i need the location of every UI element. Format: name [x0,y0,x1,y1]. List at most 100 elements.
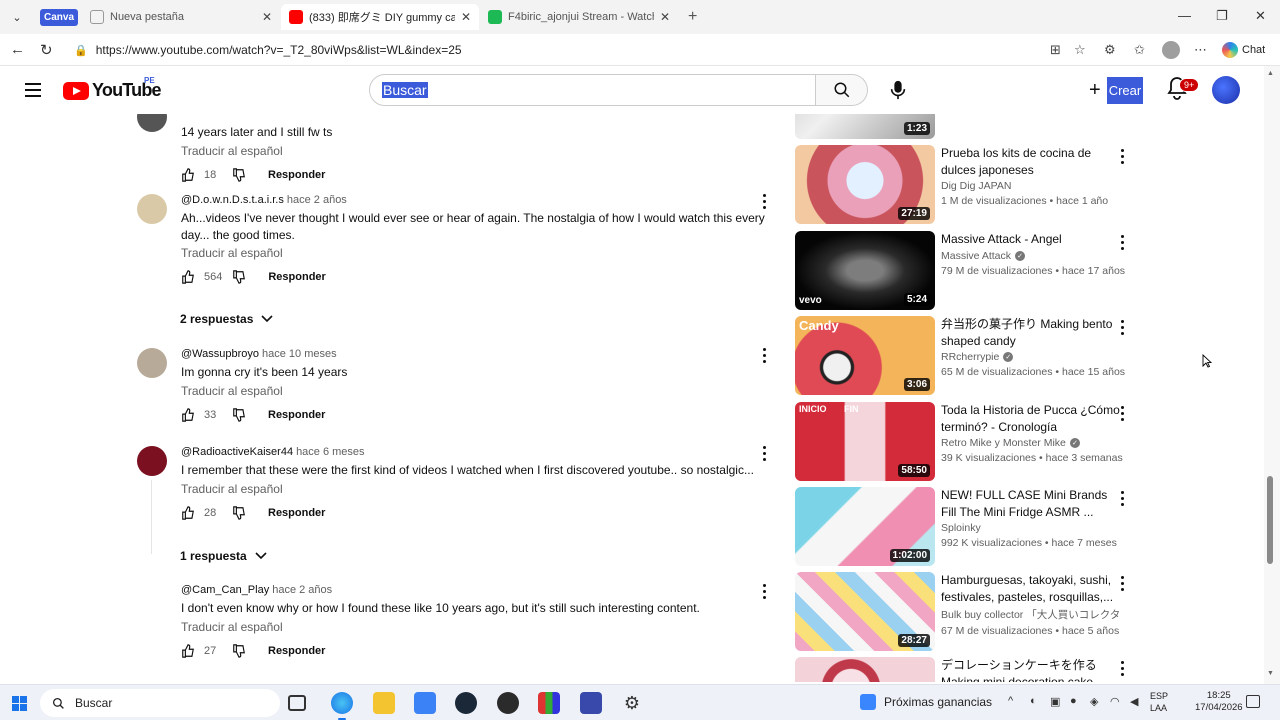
comment-more-icon[interactable] [763,584,767,602]
steam-icon[interactable] [455,692,477,714]
comment-more-icon[interactable] [763,194,767,212]
close-icon[interactable]: ✕ [262,10,272,24]
dislike-icon[interactable] [232,167,246,182]
like-icon[interactable] [181,505,195,520]
scroll-down-icon[interactable]: ▼ [1267,670,1274,677]
comment-more-icon[interactable] [763,446,767,464]
video-more-icon[interactable] [1121,235,1125,253]
video-card[interactable]: 27:19 Prueba los kits de cocina de dulce… [795,145,1140,225]
canva-tab-group[interactable]: Canva [40,9,79,26]
comment-time[interactable]: hace 10 meses [262,348,337,360]
translate-link[interactable]: Traducir al español [181,482,777,496]
search-button[interactable] [816,74,868,106]
tray-chevron-icon[interactable]: ^ [1008,695,1013,707]
video-card[interactable]: Candy 3:06 弁当形の菓子作り Making bento shaped … [795,316,1140,396]
channel-name[interactable]: Sploinky [941,522,981,534]
tray-app-icon[interactable]: ▣ [1050,695,1060,708]
video-more-icon[interactable] [1121,406,1125,424]
comment-author[interactable]: @Cam_Can_Play [181,584,269,596]
translate-link[interactable]: Traducir al español [181,620,777,634]
close-icon[interactable]: ✕ [660,10,670,24]
video-title[interactable]: Hamburguesas, takoyaki, sushi, festivale… [941,572,1121,605]
tray-app-icon[interactable]: ◐ [1030,695,1037,707]
search-input[interactable]: Buscar [369,74,816,106]
minimize-button[interactable]: — [1178,8,1191,23]
close-window-button[interactable]: ✕ [1255,8,1266,24]
video-card[interactable]: vevo 5:24 Massive Attack - Angel Massive… [795,231,1140,311]
scroll-up-icon[interactable]: ▲ [1267,70,1274,77]
video-title[interactable]: Toda la Historia de Pucca ¿Cómo terminó?… [941,402,1121,435]
video-title[interactable]: NEW! FULL CASE Mini Brands Fill The Mini… [941,487,1121,520]
app-icon[interactable] [497,692,519,714]
comment-author[interactable]: @Wassupbroyo [181,348,259,360]
taskbar-search[interactable]: Buscar [40,689,280,717]
video-title[interactable]: Prueba los kits de cocina de dulces japo… [941,145,1121,178]
maximize-button[interactable]: ❐ [1216,8,1228,24]
dislike-icon[interactable] [232,643,246,658]
like-icon[interactable] [181,407,195,422]
dislike-icon[interactable] [232,505,246,520]
video-card[interactable]: 1:23 [795,114,1140,140]
comment-author[interactable]: @RadioactiveKaiser44 [181,446,293,458]
tab-actions-menu[interactable]: ⌄ [6,7,28,27]
tab-stream[interactable]: F4biric_ajonjui Stream - Watch Live ✕ [480,4,678,30]
comment-time[interactable]: hace 2 años [272,584,332,596]
reply-button[interactable]: Responder [268,409,325,421]
new-tab-button[interactable]: + [688,8,697,26]
video-thumbnail[interactable]: Candy 3:06 [795,316,935,395]
video-thumbnail[interactable]: vevo 5:24 [795,231,935,310]
channel-name[interactable]: Dig Dig JAPAN [941,180,1011,192]
video-thumbnail[interactable]: 27:19 [795,145,935,224]
more-menu-icon[interactable]: ⋯ [1194,42,1207,58]
extensions-icon[interactable]: ⚙ [1104,42,1116,58]
video-thumbnail[interactable]: 1:02:00 [795,487,935,566]
winrar-icon[interactable] [538,692,560,714]
url-field[interactable]: 🔒 https://www.youtube.com/watch?v=_T2_80… [66,38,1096,62]
file-explorer-icon[interactable] [373,692,395,714]
video-thumbnail[interactable]: INICIO FIN 58:50 [795,402,935,481]
volume-icon[interactable]: ◀ [1130,695,1138,708]
back-button[interactable]: ← [10,41,25,58]
comment-time[interactable]: hace 6 meses [296,446,364,458]
reply-button[interactable]: Responder [268,645,325,657]
like-icon[interactable] [181,167,195,182]
video-thumbnail[interactable]: 28:27 [795,572,935,651]
favorites-icon[interactable]: ✩ [1134,42,1145,58]
voice-search-button[interactable] [880,74,916,106]
show-replies-button[interactable]: 2 respuestas [180,312,273,326]
reply-button[interactable]: Responder [268,271,325,283]
avatar[interactable] [137,446,167,476]
dislike-icon[interactable] [232,407,246,422]
tab-new-tab[interactable]: Nueva pestaña ✕ [82,4,280,30]
channel-name[interactable]: RRcherrypie [941,351,999,363]
page-scrollbar[interactable]: ▲ ▼ [1264,66,1280,684]
reply-button[interactable]: Responder [268,169,325,181]
reply-button[interactable]: Responder [268,507,325,519]
close-icon[interactable]: ✕ [461,10,471,24]
avatar[interactable] [137,348,167,378]
notification-center-icon[interactable] [1246,695,1260,708]
hamburger-menu-icon[interactable] [25,83,41,97]
comment-author[interactable]: @D.o.w.n.D.s.t.a.i.r.s [181,194,284,206]
app-icon[interactable] [414,692,436,714]
create-button[interactable]: + Crear [1081,74,1144,106]
like-icon[interactable] [181,270,195,284]
copilot-chat-button[interactable]: Chat [1222,42,1265,58]
edge-browser-icon[interactable] [331,692,353,720]
youtube-logo[interactable]: YouTube PE [63,76,162,101]
dislike-icon[interactable] [232,270,246,284]
video-more-icon[interactable] [1121,661,1125,679]
profile-icon[interactable] [1162,41,1180,59]
windows-start-icon[interactable] [12,696,27,711]
task-view-icon[interactable] [288,695,306,711]
channel-name[interactable]: Retro Mike y Monster Mike [941,437,1066,449]
video-card[interactable]: 1:02:00 NEW! FULL CASE Mini Brands Fill … [795,487,1140,567]
video-title[interactable]: Massive Attack - Angel [941,231,1121,248]
comment-time[interactable]: hace 2 años [287,194,347,206]
like-icon[interactable] [181,643,195,658]
news-widget[interactable]: Próximas ganancias [860,694,992,710]
video-more-icon[interactable] [1121,149,1125,167]
video-more-icon[interactable] [1121,320,1125,338]
scrollbar-thumb[interactable] [1267,476,1273,564]
favorite-star-icon[interactable]: ☆ [1074,42,1086,58]
